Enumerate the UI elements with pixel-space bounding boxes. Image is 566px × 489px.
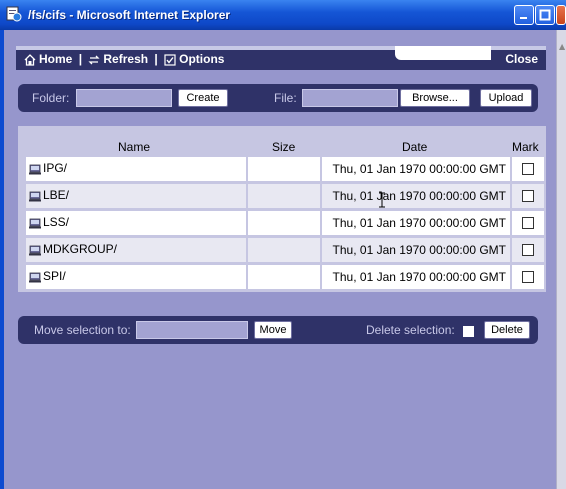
mark-checkbox[interactable]: [522, 244, 534, 256]
name-cell[interactable]: MDKGROUP/: [26, 238, 246, 262]
date-cell: Thu, 01 Jan 1970 00:00:00 GMT: [322, 238, 510, 262]
size-cell: [248, 184, 320, 208]
ie-page-icon: [6, 6, 22, 22]
folder-label: Folder:: [32, 91, 70, 105]
refresh-icon: [88, 55, 100, 65]
topbar-tab-notch: [395, 46, 491, 60]
move-destination-input[interactable]: [136, 321, 248, 339]
date-cell: Thu, 01 Jan 1970 00:00:00 GMT: [322, 211, 510, 235]
vertical-scrollbar[interactable]: ▲: [556, 30, 566, 489]
folder-name-link[interactable]: LBE/: [43, 188, 69, 202]
file-table: Name Size Date Mark IPG/ Thu, 01 Jan 197…: [18, 126, 546, 292]
table-row: MDKGROUP/ Thu, 01 Jan 1970 00:00:00 GMT: [26, 238, 544, 262]
checkbox-checked-icon: [164, 54, 176, 66]
mark-cell: [512, 238, 544, 262]
close-link[interactable]: Close: [505, 52, 538, 66]
mark-cell: [512, 184, 544, 208]
folder-icon: [29, 164, 41, 175]
upload-button[interactable]: Upload: [480, 89, 532, 107]
move-button[interactable]: Move: [254, 321, 292, 339]
browse-button[interactable]: Browse...: [400, 89, 470, 107]
column-header-size[interactable]: Size: [272, 140, 295, 154]
nav-separator: |: [78, 52, 83, 66]
folder-name-link[interactable]: MDKGROUP/: [43, 242, 117, 256]
folder-icon: [29, 272, 41, 283]
nav-links: Home | Refresh | Options: [24, 52, 224, 66]
minimize-icon: [520, 17, 527, 19]
move-selection-label: Move selection to:: [34, 323, 131, 337]
mark-cell: [512, 211, 544, 235]
home-link[interactable]: Home: [24, 52, 72, 66]
window-title: /fs/cifs - Microsoft Internet Explorer: [28, 8, 231, 22]
nav-separator: |: [154, 52, 158, 66]
folder-icon: [29, 191, 41, 202]
column-header-mark: Mark: [512, 140, 539, 154]
size-cell: [248, 157, 320, 181]
size-cell: [248, 211, 320, 235]
table-row: LSS/ Thu, 01 Jan 1970 00:00:00 GMT: [26, 211, 544, 235]
mark-checkbox[interactable]: [522, 163, 534, 175]
title-bar[interactable]: /fs/cifs - Microsoft Internet Explorer: [0, 0, 566, 30]
mark-checkbox[interactable]: [522, 217, 534, 229]
date-cell: Thu, 01 Jan 1970 00:00:00 GMT: [322, 265, 510, 289]
maximize-button[interactable]: [535, 5, 555, 25]
folder-file-bar: Folder: Create File: Browse... Upload: [18, 84, 538, 112]
mark-checkbox[interactable]: [522, 190, 534, 202]
table-row: SPI/ Thu, 01 Jan 1970 00:00:00 GMT: [26, 265, 544, 289]
text-cursor-icon: [379, 192, 385, 208]
table-row: IPG/ Thu, 01 Jan 1970 00:00:00 GMT: [26, 157, 544, 181]
home-label: Home: [39, 52, 73, 66]
options-link[interactable]: Options: [164, 52, 224, 66]
name-cell[interactable]: SPI/: [26, 265, 246, 289]
date-cell: Thu, 01 Jan 1970 00:00:00 GMT: [322, 184, 510, 208]
folder-icon: [29, 245, 41, 256]
size-cell: [248, 265, 320, 289]
folder-name-input[interactable]: [76, 89, 172, 107]
minimize-button[interactable]: [514, 5, 534, 25]
name-cell[interactable]: LBE/: [26, 184, 246, 208]
column-header-date[interactable]: Date: [402, 140, 427, 154]
mark-cell: [512, 265, 544, 289]
delete-button[interactable]: Delete: [484, 321, 530, 339]
folder-name-link[interactable]: IPG/: [43, 161, 67, 175]
folder-name-link[interactable]: SPI/: [43, 269, 66, 283]
home-icon: [24, 53, 36, 66]
delete-selection-checkbox[interactable]: [463, 326, 474, 337]
name-cell[interactable]: IPG/: [26, 157, 246, 181]
file-label: File:: [274, 91, 297, 105]
maximize-icon: [539, 9, 551, 21]
size-cell: [248, 238, 320, 262]
name-cell[interactable]: LSS/: [26, 211, 246, 235]
folder-icon: [29, 218, 41, 229]
mark-checkbox[interactable]: [522, 271, 534, 283]
scroll-up-icon[interactable]: ▲: [559, 42, 565, 51]
selection-action-bar: Move selection to: Move Delete selection…: [18, 316, 538, 344]
column-header-name[interactable]: Name: [118, 140, 150, 154]
file-path-input[interactable]: [302, 89, 398, 107]
window-close-button[interactable]: [556, 5, 566, 25]
folder-name-link[interactable]: LSS/: [43, 215, 69, 229]
browser-window: /fs/cifs - Microsoft Internet Explorer ▲…: [0, 0, 566, 489]
table-row: LBE/ Thu, 01 Jan 1970 00:00:00 GMT: [26, 184, 544, 208]
refresh-link[interactable]: Refresh: [88, 52, 148, 66]
create-button[interactable]: Create: [178, 89, 228, 107]
delete-selection-label: Delete selection:: [366, 323, 455, 337]
mark-cell: [512, 157, 544, 181]
refresh-label: Refresh: [103, 52, 149, 66]
options-label: Options: [179, 52, 225, 66]
date-cell: Thu, 01 Jan 1970 00:00:00 GMT: [322, 157, 510, 181]
